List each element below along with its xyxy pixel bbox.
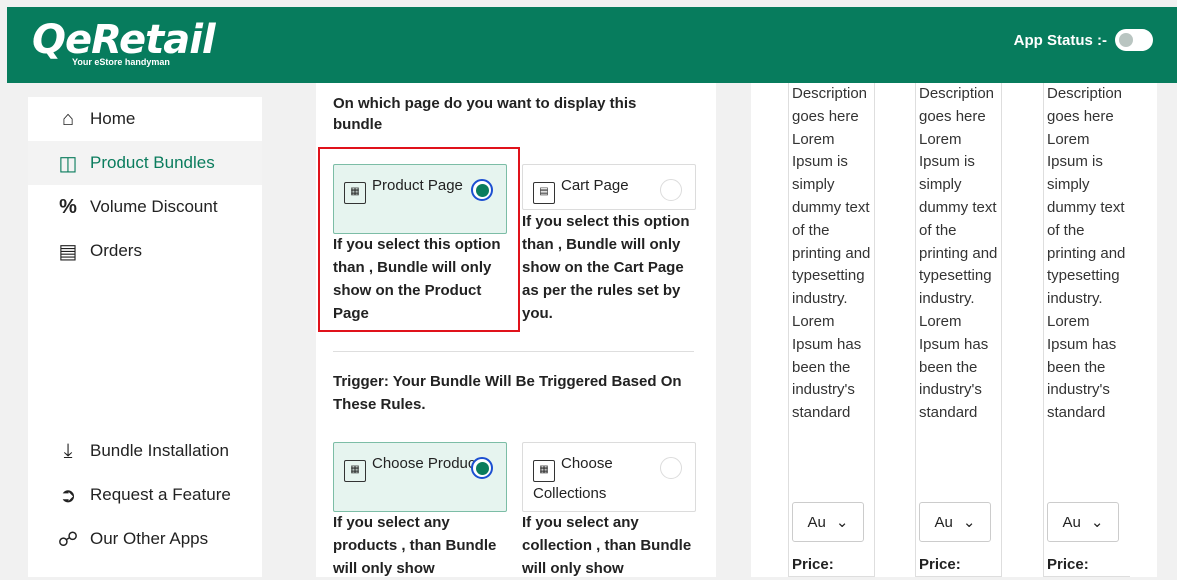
variant-select[interactable]: Au ⌄: [1047, 502, 1119, 542]
choose-collections-radio[interactable]: [660, 457, 682, 479]
choose-products-desc: If you select any products , than Bundle…: [333, 514, 497, 577]
cart-page-icon: ▤: [533, 182, 555, 204]
logo-tagline: Your eStore handyman: [72, 57, 170, 67]
sidebar-item-home[interactable]: ⌂ Home: [28, 97, 262, 141]
bundle-settings-panel: On which page do you want to display thi…: [316, 83, 716, 577]
link-icon: ☍: [57, 528, 79, 551]
cart-page-radio[interactable]: [660, 179, 682, 201]
app-logo: QeRetail Your eStore handyman: [32, 17, 216, 67]
choose-products-icon: ▦: [344, 460, 366, 482]
sidebar-item-other-apps[interactable]: ☍ Our Other Apps: [28, 517, 262, 561]
variant-select[interactable]: Au ⌄: [919, 502, 991, 542]
product-page-radio[interactable]: [471, 179, 493, 201]
sidebar-item-volume-discount[interactable]: % Volume Discount: [28, 185, 262, 229]
product-description: Description goes here Lorem Ipsum is sim…: [1047, 85, 1126, 422]
gift-icon: ◫: [58, 152, 78, 175]
price-label: Price:: [792, 556, 834, 573]
variant-select[interactable]: Au ⌄: [792, 502, 864, 542]
sidebar-item-request-feature[interactable]: ➲ Request a Feature: [28, 473, 262, 517]
cart-icon: ▤: [58, 240, 78, 263]
choose-products-option[interactable]: ▦ Choose Products: [333, 442, 507, 512]
percent-icon: %: [59, 195, 77, 218]
sidebar-item-product-bundles[interactable]: ◫ Product Bundles: [28, 141, 262, 185]
home-icon: ⌂: [61, 107, 75, 130]
product-page-desc: If you select this option than , Bundle …: [333, 236, 501, 322]
chevron-down-icon: ⌄: [835, 514, 849, 531]
app-status-label: App Status :-: [1013, 31, 1107, 49]
preview-product-card: Description goes here Lorem Ipsum is sim…: [788, 83, 875, 577]
choose-collections-icon: ▦: [533, 460, 555, 482]
app-status-toggle[interactable]: [1115, 29, 1153, 51]
product-description: Description goes here Lorem Ipsum is sim…: [792, 85, 871, 422]
cart-page-desc: If you select this option than , Bundle …: [522, 213, 690, 322]
display-page-question: On which page do you want to display thi…: [333, 95, 637, 133]
sidebar: ⌂ Home ◫ Product Bundles % Volume Discou…: [28, 97, 262, 577]
download-icon: ⤓: [63, 439, 73, 462]
product-description: Description goes here Lorem Ipsum is sim…: [919, 85, 998, 422]
section-divider: [333, 351, 694, 352]
chevron-down-icon: ⌄: [962, 514, 976, 531]
app-status: App Status :-: [1014, 29, 1153, 51]
trigger-heading: Trigger: Your Bundle Will Be Triggered B…: [333, 373, 682, 413]
bundle-preview-panel: Description goes here Lorem Ipsum is sim…: [751, 83, 1157, 577]
arrow-circle-icon: ➲: [59, 484, 77, 507]
price-label: Price:: [919, 556, 961, 573]
choose-collections-option[interactable]: ▦ Choose Collections: [522, 442, 696, 512]
choose-products-radio[interactable]: [471, 457, 493, 479]
sidebar-item-orders[interactable]: ▤ Orders: [28, 229, 262, 273]
product-page-option[interactable]: ▦ Product Page: [333, 164, 507, 234]
top-header: QeRetail Your eStore handyman App Status…: [7, 7, 1177, 83]
price-label: Price:: [1047, 556, 1089, 573]
cart-page-option[interactable]: ▤ Cart Page: [522, 164, 696, 210]
sidebar-item-bundle-installation[interactable]: ⤓ Bundle Installation: [28, 429, 262, 473]
choose-collections-desc: If you select any collection , than Bund…: [522, 514, 692, 577]
preview-product-card: Description goes here Lorem Ipsum is sim…: [915, 83, 1002, 577]
preview-product-card: Description goes here Lorem Ipsum is sim…: [1043, 83, 1130, 577]
product-page-icon: ▦: [344, 182, 366, 204]
chevron-down-icon: ⌄: [1090, 514, 1104, 531]
